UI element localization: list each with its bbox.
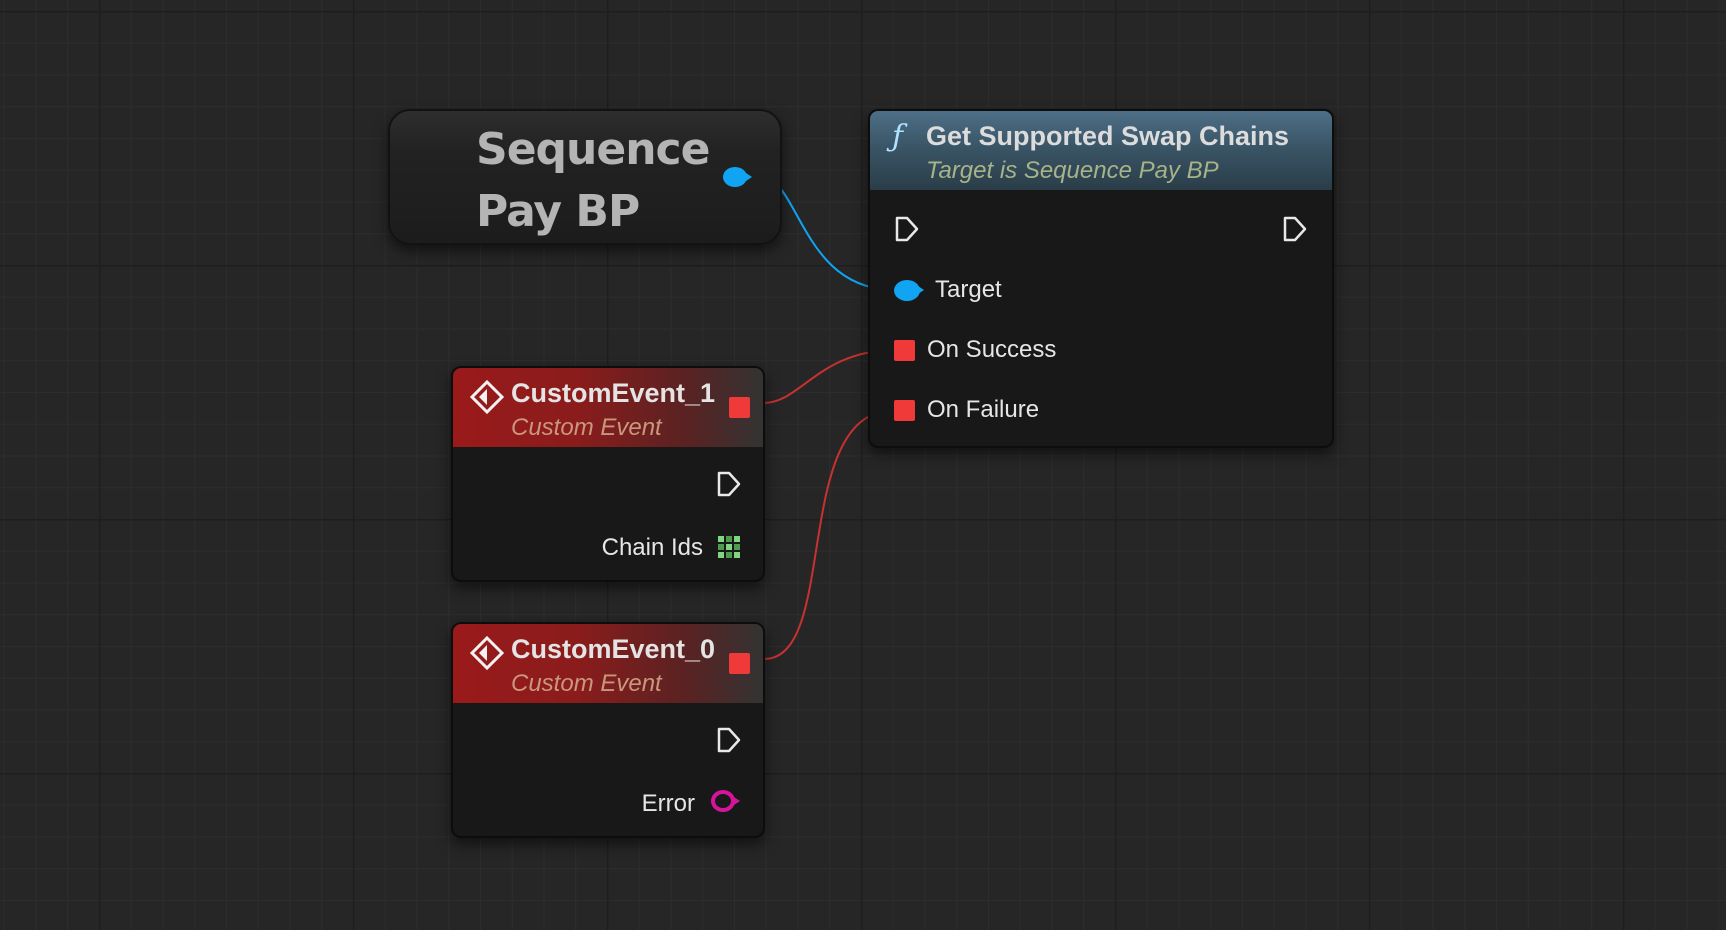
on-success-input-pin[interactable] [894, 340, 915, 361]
variable-output-pin[interactable] [723, 167, 752, 187]
function-node-title: Get Supported Swap Chains [926, 121, 1290, 151]
sequence-pay-bp-variable-node[interactable]: Sequence Pay BP [388, 109, 782, 245]
event-subtitle: Custom Event [511, 414, 662, 441]
function-node-subtitle: Target is Sequence Pay BP [926, 157, 1219, 184]
exec-input-pin[interactable] [894, 215, 920, 243]
get-supported-swap-chains-node[interactable]: ƒ Get Supported Swap Chains Target is Se… [868, 109, 1334, 448]
target-pin-label: Target [935, 276, 1002, 303]
event-node-header: CustomEvent_1 Custom Event [453, 368, 763, 447]
event-node-header: CustomEvent_0 Custom Event [453, 624, 763, 703]
function-icon: ƒ [892, 119, 904, 154]
event-subtitle: Custom Event [511, 670, 662, 697]
on-success-pin-label: On Success [927, 336, 1057, 363]
function-node-header: ƒ Get Supported Swap Chains Target is Se… [870, 111, 1332, 190]
error-label: Error [641, 790, 695, 817]
on-failure-input-pin[interactable] [894, 400, 915, 421]
custom-event-icon [470, 636, 504, 670]
event-delegate-pin[interactable] [729, 397, 750, 418]
array-grid-icon[interactable] [717, 535, 741, 559]
exec-output-pin[interactable] [716, 470, 742, 498]
event-title: CustomEvent_0 [511, 634, 716, 664]
wire-layer [757, 174, 896, 660]
custom-event-1-node[interactable]: CustomEvent_1 Custom Event Chain Ids [451, 366, 765, 582]
on-failure-pin-label: On Failure [927, 396, 1040, 423]
chain-ids-label: Chain Ids [601, 534, 703, 561]
exec-output-pin[interactable] [1282, 215, 1308, 243]
exec-output-pin[interactable] [716, 726, 742, 754]
target-input-pin[interactable] [894, 280, 924, 301]
custom-event-0-node[interactable]: CustomEvent_0 Custom Event Error [451, 622, 765, 838]
variable-title: Sequence Pay BP [476, 124, 710, 237]
custom-event-icon [470, 380, 504, 414]
event-title: CustomEvent_1 [511, 378, 716, 408]
struct-pin-icon[interactable] [709, 788, 743, 814]
event-delegate-pin[interactable] [729, 653, 750, 674]
